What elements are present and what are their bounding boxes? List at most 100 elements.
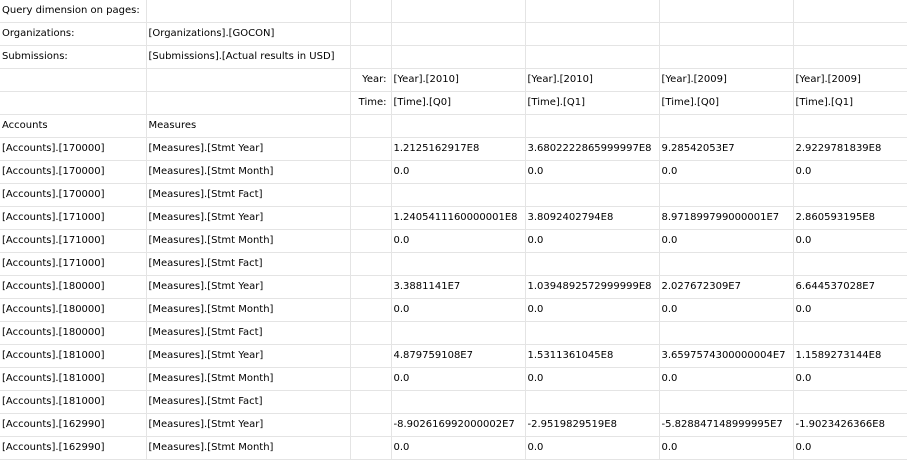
organizations-label: Organizations: <box>0 22 147 46</box>
empty-cell <box>350 137 392 161</box>
empty-cell <box>350 160 392 184</box>
value-cell: 8.971899799000001E7 <box>659 206 794 230</box>
account-cell: [Accounts].[170000] <box>0 183 147 207</box>
value-cell: 4.879759108E7 <box>391 344 526 368</box>
value-cell: 6.644537028E7 <box>793 275 907 299</box>
value-cell: 0.0 <box>391 298 526 322</box>
value-cell: 0.0 <box>659 229 794 253</box>
measure-cell: [Measures].[Stmt Year] <box>146 344 351 368</box>
year-column-header: [Year].[2009] <box>659 68 794 92</box>
value-cell: 0.0 <box>793 160 907 184</box>
submissions-row: Submissions: [Submissions].[Actual resul… <box>0 45 907 69</box>
empty-cell <box>659 45 794 69</box>
empty-cell <box>391 45 526 69</box>
value-cell <box>659 390 794 414</box>
empty-cell <box>350 390 392 414</box>
empty-cell <box>391 0 526 23</box>
value-cell: 0.0 <box>391 160 526 184</box>
empty-cell <box>350 183 392 207</box>
year-header-row: Year: [Year].[2010] [Year].[2010] [Year]… <box>0 68 907 92</box>
value-cell: 0.0 <box>525 298 660 322</box>
year-label: Year: <box>350 68 392 92</box>
value-cell: -1.9023426366E8 <box>793 413 907 437</box>
value-cell: 3.6597574300000004E7 <box>659 344 794 368</box>
value-cell <box>793 390 907 414</box>
value-cell: 3.6802222865999997E8 <box>525 137 660 161</box>
empty-cell <box>350 298 392 322</box>
value-cell <box>391 321 526 345</box>
value-cell: 0.0 <box>525 229 660 253</box>
value-cell: 0.0 <box>659 160 794 184</box>
time-column-header: [Time].[Q0] <box>391 91 526 115</box>
year-column-header: [Year].[2010] <box>525 68 660 92</box>
empty-cell <box>350 367 392 391</box>
value-cell: 2.9229781839E8 <box>793 137 907 161</box>
value-cell: 1.0394892572999999E8 <box>525 275 660 299</box>
account-cell: [Accounts].[162990] <box>0 436 147 460</box>
table-row: [Accounts].[171000] [Measures].[Stmt Fact… <box>0 252 907 276</box>
empty-cell <box>350 436 392 460</box>
empty-cell <box>659 0 794 23</box>
table-row: [Accounts].[162990] [Measures].[Stmt Mont… <box>0 436 907 460</box>
table-row: [Accounts].[170000] [Measures].[Stmt Fact… <box>0 183 907 207</box>
value-cell <box>391 390 526 414</box>
organizations-row: Organizations: [Organizations].[GOCON] <box>0 22 907 46</box>
value-cell: 0.0 <box>525 160 660 184</box>
table-row: [Accounts].[181000] [Measures].[Stmt Year… <box>0 344 907 368</box>
value-cell: 0.0 <box>793 367 907 391</box>
empty-cell <box>350 344 392 368</box>
time-header-row: Time: [Time].[Q0] [Time].[Q1] [Time].[Q0… <box>0 91 907 115</box>
empty-cell <box>350 321 392 345</box>
empty-cell <box>659 114 794 138</box>
empty-cell <box>525 114 660 138</box>
table-row: [Accounts].[171000] [Measures].[Stmt Mont… <box>0 229 907 253</box>
empty-cell <box>793 22 907 46</box>
value-cell: 0.0 <box>391 436 526 460</box>
account-cell: [Accounts].[170000] <box>0 160 147 184</box>
axis-header-row: Accounts Measures <box>0 114 907 138</box>
account-cell: [Accounts].[171000] <box>0 252 147 276</box>
empty-cell <box>793 45 907 69</box>
empty-cell <box>350 229 392 253</box>
value-cell <box>659 183 794 207</box>
year-column-header: [Year].[2009] <box>793 68 907 92</box>
value-cell: 0.0 <box>525 436 660 460</box>
value-cell: 0.0 <box>391 367 526 391</box>
empty-cell <box>350 206 392 230</box>
value-cell: 1.2125162917E8 <box>391 137 526 161</box>
measure-cell: [Measures].[Stmt Fact] <box>146 252 351 276</box>
value-cell <box>525 390 660 414</box>
empty-cell <box>391 22 526 46</box>
value-cell <box>659 321 794 345</box>
value-cell: 1.2405411160000001E8 <box>391 206 526 230</box>
empty-cell <box>525 0 660 23</box>
table-row: [Accounts].[180000] [Measures].[Stmt Fact… <box>0 321 907 345</box>
measures-header: Measures <box>146 114 351 138</box>
time-label: Time: <box>350 91 392 115</box>
table-row: [Accounts].[171000] [Measures].[Stmt Year… <box>0 206 907 230</box>
organizations-value: [Organizations].[GOCON] <box>146 22 351 46</box>
empty-cell <box>350 413 392 437</box>
account-cell: [Accounts].[181000] <box>0 367 147 391</box>
account-cell: [Accounts].[181000] <box>0 390 147 414</box>
value-cell: -8.902616992000002E7 <box>391 413 526 437</box>
table-row: [Accounts].[181000] [Measures].[Stmt Mont… <box>0 367 907 391</box>
measure-cell: [Measures].[Stmt Year] <box>146 413 351 437</box>
measure-cell: [Measures].[Stmt Month] <box>146 160 351 184</box>
account-cell: [Accounts].[180000] <box>0 275 147 299</box>
empty-cell <box>350 45 392 69</box>
empty-cell <box>525 45 660 69</box>
submissions-label: Submissions: <box>0 45 147 69</box>
value-cell: 0.0 <box>793 229 907 253</box>
empty-cell <box>350 114 392 138</box>
value-cell: 2.860593195E8 <box>793 206 907 230</box>
value-cell: 1.1589273144E8 <box>793 344 907 368</box>
measure-cell: [Measures].[Stmt Fact] <box>146 321 351 345</box>
submissions-value: [Submissions].[Actual results in USD] <box>146 45 351 69</box>
value-cell: -2.9519829519E8 <box>525 413 660 437</box>
value-cell <box>793 252 907 276</box>
empty-cell <box>350 0 392 23</box>
query-dimension-label: Query dimension on pages: <box>0 0 147 23</box>
value-cell: 0.0 <box>659 367 794 391</box>
measure-cell: [Measures].[Stmt Month] <box>146 436 351 460</box>
